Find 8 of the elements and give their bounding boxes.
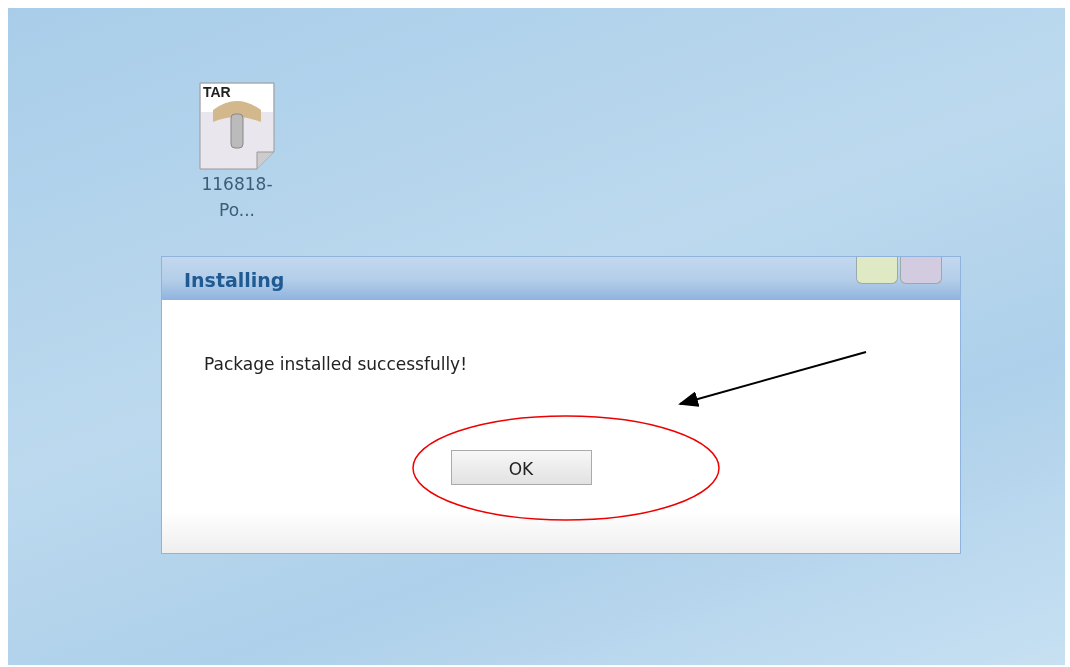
file-name: 116818- [201,173,273,196]
window-control-button[interactable] [856,257,898,284]
archive-file-icon[interactable]: TAR [199,82,275,170]
file-name: Po... [219,199,255,222]
dialog-title: Installing [184,268,285,293]
window-control-button[interactable] [900,257,942,284]
ok-button[interactable]: OK [450,449,592,485]
status-message: Package installed successfully! [204,353,468,376]
